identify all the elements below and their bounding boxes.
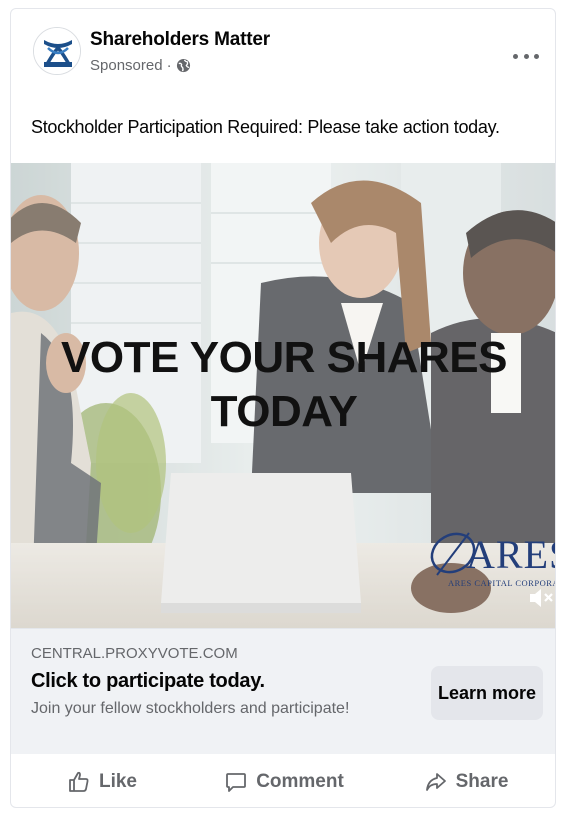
volume-muted-icon[interactable]: [525, 583, 555, 613]
more-options-icon[interactable]: [513, 49, 539, 63]
overlay-line-2: TODAY: [210, 387, 358, 436]
overlay-line-1: VOTE YOUR SHARES: [61, 333, 507, 382]
link-description: Join your fellow stockholders and partic…: [31, 700, 350, 717]
ad-overlay-headline: VOTE YOUR SHARES TODAY: [11, 331, 555, 439]
shareholders-matter-logo: [34, 28, 80, 74]
share-label: Share: [455, 770, 509, 792]
share-arrow-icon: [425, 772, 446, 791]
post-action-bar: Like Comment Share: [11, 754, 555, 807]
thumbs-up-icon: [69, 771, 89, 792]
page-name[interactable]: Shareholders Matter: [90, 29, 270, 51]
ares-logo-word: ARES: [466, 532, 555, 577]
post-header: Shareholders Matter Sponsored ·: [11, 9, 555, 105]
sponsored-post-card: Shareholders Matter Sponsored · Stockhol…: [10, 8, 556, 808]
like-button[interactable]: Like: [11, 754, 193, 807]
sponsored-label[interactable]: Sponsored: [90, 57, 163, 74]
meta-separator: ·: [166, 57, 172, 74]
comment-label: Comment: [256, 770, 344, 792]
like-label: Like: [98, 770, 138, 792]
link-headline[interactable]: Click to participate today.: [31, 670, 265, 693]
comment-button[interactable]: Comment: [193, 754, 375, 807]
learn-more-button[interactable]: Learn more: [431, 666, 543, 720]
post-meta: Sponsored ·: [90, 57, 191, 74]
globe-icon: [176, 58, 190, 73]
post-caption: Stockholder Participation Required: Plea…: [31, 117, 500, 137]
link-domain: CENTRAL.PROXYVOTE.COM: [31, 645, 238, 662]
speech-bubble-icon: [226, 772, 247, 792]
link-preview[interactable]: CENTRAL.PROXYVOTE.COM Click to participa…: [11, 628, 555, 754]
ad-video[interactable]: VOTE YOUR SHARES TODAY ARES ARES CAPITAL…: [11, 163, 555, 628]
page-avatar[interactable]: [33, 27, 81, 75]
share-button[interactable]: Share: [375, 754, 555, 807]
